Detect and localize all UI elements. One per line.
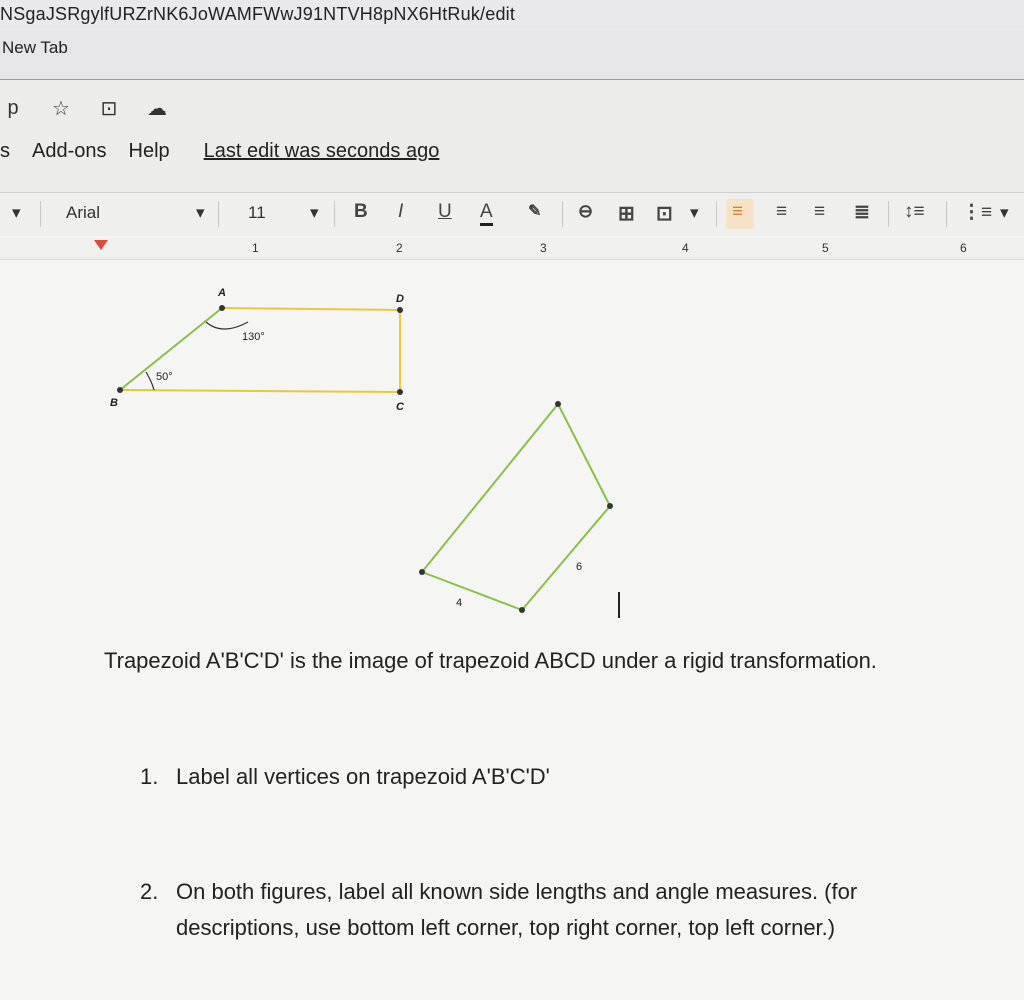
image-edge-3 [521, 505, 611, 611]
label-a: A [217, 287, 226, 299]
vertex-b [117, 387, 123, 393]
problem-statement[interactable]: Trapezoid A'B'C'D' is the image of trape… [104, 648, 877, 674]
edge-ad [221, 307, 401, 311]
image-vertex [607, 503, 613, 509]
trapezoid-abcd: A D C B 130° 50° [110, 287, 405, 413]
vertex-c [397, 389, 403, 395]
label-b: B [110, 397, 118, 409]
angle-b-arc [145, 371, 155, 391]
vertex-a [219, 305, 225, 311]
angle-a-label: 130° [242, 331, 265, 343]
label-c: C [396, 401, 405, 413]
image-edge-2 [421, 571, 523, 611]
label-d: D [396, 293, 404, 305]
trapezoid-image: 6 4 [419, 401, 613, 613]
geometry-figures: A D C B 130° 50° 6 4 [110, 287, 613, 613]
question-number: 1. [140, 764, 159, 789]
image-edge-1 [421, 403, 559, 573]
vertex-d [397, 307, 403, 313]
question-1[interactable]: 1. Label all vertices on trapezoid A'B'C'… [140, 764, 550, 790]
question-text: Label all vertices on trapezoid A'B'C'D' [176, 764, 550, 789]
image-vertex [555, 401, 561, 407]
question-text-line-1: On both figures, label all known side le… [176, 879, 858, 904]
question-text-line-2: descriptions, use bottom left corner, to… [176, 915, 836, 940]
question-2[interactable]: 2. On both figures, label all known side … [140, 874, 920, 946]
question-number: 2. [140, 879, 159, 904]
text-cursor [618, 592, 620, 618]
edge-cb [119, 389, 401, 393]
side-length-label: 4 [456, 597, 462, 609]
image-vertex [519, 607, 525, 613]
angle-b-label: 50° [156, 371, 173, 383]
side-length-label: 6 [576, 561, 582, 573]
image-vertex [419, 569, 425, 575]
image-edge-4 [557, 403, 611, 507]
angle-a-arc [205, 321, 249, 330]
